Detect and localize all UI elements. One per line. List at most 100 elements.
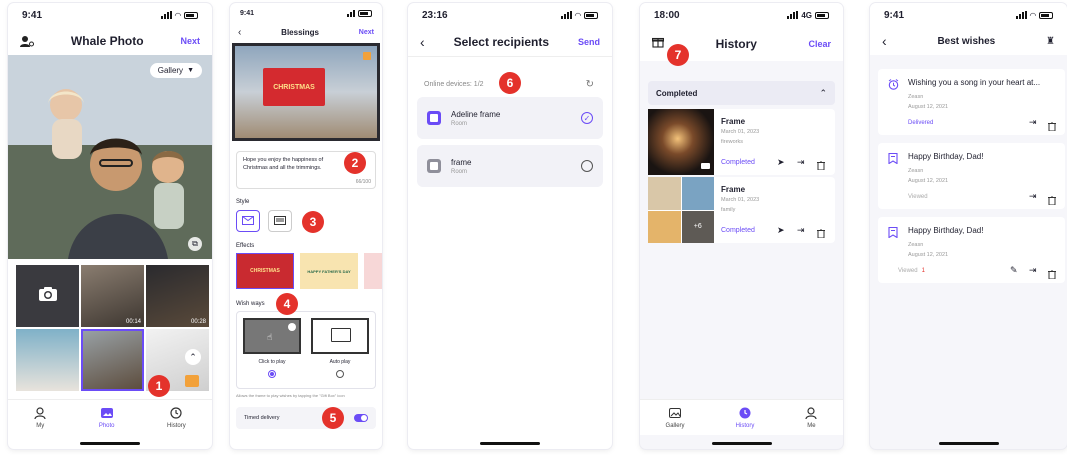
step-badge-2: 2 (344, 152, 366, 174)
exit-icon[interactable]: ⇥ (797, 225, 805, 236)
device-room: Room (451, 168, 468, 175)
scroll-top-icon[interactable]: ⌃ (185, 349, 201, 365)
click-to-play-radio[interactable] (268, 370, 276, 378)
tab-label: Gallery (665, 422, 685, 429)
tab-label: History (735, 422, 755, 429)
back-arrow-icon[interactable]: ‹ (420, 34, 425, 50)
device-item[interactable]: frame Room (417, 145, 603, 187)
click-to-play-preview[interactable]: ☝ (243, 318, 301, 354)
click-to-play-label: Click to play (258, 359, 286, 365)
send-icon[interactable]: ➤ (777, 225, 785, 236)
nav-bar: ‹ Blessings Next (230, 23, 382, 41)
wish-ways-hint: Allows the frame to play wishes by tappi… (236, 393, 345, 398)
effect-card-fathers-day[interactable]: HAPPY FATHER'S DAY (300, 253, 358, 289)
style-option-text[interactable] (268, 210, 292, 232)
tab-history[interactable]: History (735, 407, 755, 429)
back-arrow-icon[interactable]: ‹ (882, 33, 887, 49)
family-collage-thumbnail: +6 (648, 177, 714, 243)
text-card-icon (274, 212, 286, 230)
tab-gallery[interactable]: Gallery (666, 407, 685, 429)
more-count: +6 (681, 210, 714, 243)
send-icon[interactable]: ➤ (777, 157, 785, 168)
next-button[interactable]: Next (359, 29, 374, 36)
page-title: Blessings (281, 27, 319, 37)
home-indicator (711, 442, 772, 445)
wish-title: Happy Birthday, Dad! (908, 226, 984, 235)
page-title: Best wishes (937, 35, 996, 47)
network-label: 4G (801, 10, 812, 20)
screen-blessings: 9:41 ‹ Blessings Next CHRISTMAS Hope you… (230, 3, 382, 449)
refresh-icon[interactable]: ↻ (586, 79, 594, 90)
device-list: Adeline frame Room ✓ frame Room (417, 97, 603, 187)
grid-photo[interactable]: 00:28 (146, 265, 209, 327)
family-photo-illustration (8, 55, 212, 259)
alarm-clock-icon (888, 77, 899, 95)
device-item[interactable]: Adeline frame Room ✓ (417, 97, 603, 139)
tab-history[interactable]: History (167, 406, 186, 429)
auto-play-preview[interactable] (311, 318, 369, 354)
item-tag: fireworks (721, 139, 744, 145)
camera-tile[interactable] (16, 265, 79, 327)
exit-icon[interactable]: ⇥ (797, 157, 805, 168)
wifi-icon: ◠ (1029, 10, 1036, 20)
trash-icon[interactable] (1048, 118, 1056, 136)
clear-button[interactable]: Clear (808, 39, 831, 49)
status-bar: 9:41 ◠ (870, 3, 1067, 27)
crop-icon[interactable]: ⧉ (188, 237, 202, 251)
status-bar: 23:16 ◠ (408, 3, 612, 27)
status-time: 9:41 (22, 9, 43, 21)
grid-photo[interactable] (16, 329, 79, 391)
unselected-circle-icon[interactable] (581, 160, 593, 172)
video-icon (701, 163, 710, 169)
trash-icon[interactable] (817, 225, 825, 243)
photo-icon (100, 407, 113, 421)
exit-icon[interactable]: ⇥ (1029, 117, 1037, 128)
effect-card-christmas[interactable]: CHRISTMAS (236, 253, 294, 289)
auto-play-radio[interactable] (336, 370, 344, 378)
send-button[interactable]: Send (578, 37, 600, 47)
camera-icon (38, 286, 58, 307)
edit-icon[interactable]: ✎ (1010, 265, 1018, 276)
clock-icon (170, 406, 182, 421)
grid-photo[interactable]: 00:14 (81, 265, 144, 327)
section-header-completed[interactable]: Completed ⌃ (648, 81, 835, 105)
monitor-icon (331, 328, 351, 342)
trash-icon[interactable] (1048, 192, 1056, 210)
tab-my[interactable]: My (34, 406, 46, 429)
exit-icon[interactable]: ⇥ (1029, 265, 1037, 276)
effects-label: Effects (236, 243, 255, 249)
exit-icon[interactable]: ⇥ (1029, 191, 1037, 202)
gallery-dropdown[interactable]: Gallery ▼ (149, 63, 202, 78)
style-label: Style (236, 199, 250, 205)
wish-card[interactable]: Happy Birthday, Dad! Zeasn August 12, 20… (878, 217, 1065, 283)
next-button[interactable]: Next (180, 36, 200, 46)
wish-card[interactable]: Happy Birthday, Dad! Zeasn August 12, 20… (878, 143, 1065, 209)
selected-check-icon[interactable]: ✓ (581, 112, 593, 124)
style-option-card[interactable] (236, 210, 260, 232)
status-bar: 18:00 4G (640, 3, 843, 27)
gift-icon[interactable] (651, 35, 665, 53)
effect-label: HAPPY FATHER'S DAY (307, 268, 351, 274)
user-settings-icon[interactable] (20, 35, 34, 47)
frame-device-icon (427, 111, 441, 125)
back-arrow-icon[interactable]: ‹ (238, 27, 241, 38)
wish-card[interactable]: Wishing you a song in your heart at... Z… (878, 69, 1065, 135)
tab-me[interactable]: Me (805, 406, 818, 429)
trash-icon[interactable] (817, 157, 825, 175)
cleanup-brush-icon[interactable]: ♜ (1046, 36, 1055, 47)
history-item[interactable]: Frame March 01, 2023 fireworks Completed… (648, 109, 835, 175)
screen-select-recipients: 23:16 ◠ ‹ Select recipients Send Online … (408, 3, 612, 449)
grid-photo-selected[interactable] (81, 329, 144, 391)
wish-sender: Zeasn (908, 242, 924, 248)
bookmark-icon (888, 225, 898, 243)
view-count: 1 (921, 268, 925, 274)
status-time: 18:00 (654, 9, 680, 21)
effect-card-more[interactable] (364, 253, 382, 289)
timed-delivery-toggle[interactable] (354, 414, 368, 422)
tab-photo[interactable]: Photo (99, 407, 115, 429)
device-name: frame (451, 157, 472, 167)
wish-date: August 12, 2021 (908, 178, 949, 184)
wish-status: Viewed (898, 268, 918, 274)
history-item[interactable]: +6 Frame March 01, 2023 family Completed… (648, 177, 835, 243)
trash-icon[interactable] (1048, 266, 1056, 284)
